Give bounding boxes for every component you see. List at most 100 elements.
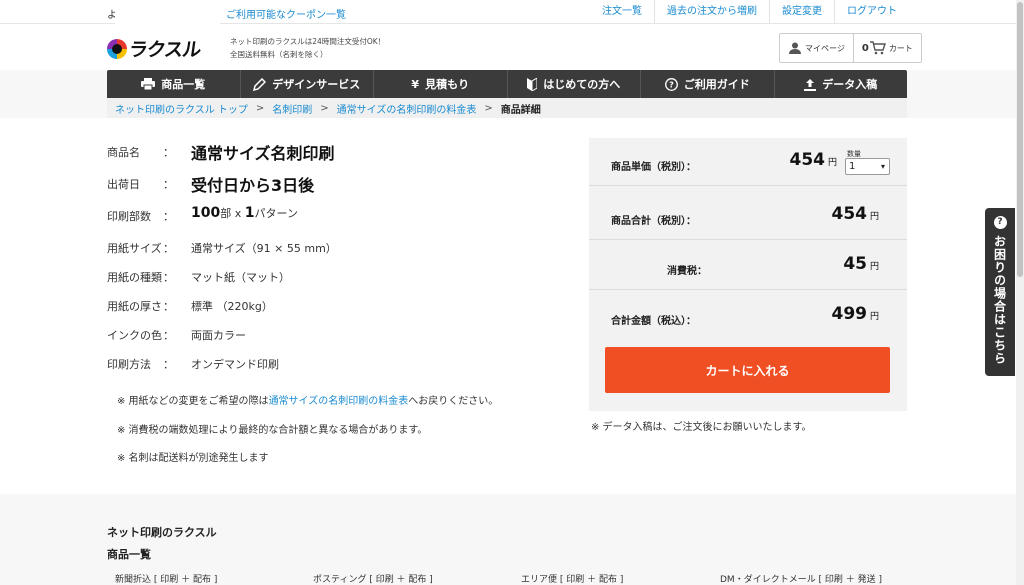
footer-link-posting[interactable]: ポスティング [ 印刷 ＋ 配布 ] <box>313 572 433 585</box>
scrollbar-thumb[interactable] <box>1017 2 1023 277</box>
breadcrumb-price-table[interactable]: 通常サイズの名刺印刷の料金表 <box>337 101 477 116</box>
footer-link-dm[interactable]: DM・ダイレクトメール [ 印刷 ＋ 発送 ] <box>720 572 882 585</box>
unit-price-label: 商品単価（税別）： <box>611 162 696 173</box>
note-shipping: ※ 名刺は配送料が別途発生します <box>117 453 269 464</box>
printer-icon <box>141 78 156 90</box>
pattern-number: 1 <box>244 205 255 221</box>
pen-icon <box>253 77 267 91</box>
cart-icon <box>869 41 886 55</box>
data-upload-note: ※ データ入稿は、ご注文後にお願いいたします。 <box>591 422 812 433</box>
note-text: ※ 用紙などの変更をご希望の際は <box>117 396 269 407</box>
note-tax-rounding: ※ 消費税の端数処理により最終的な合計額と異なる場合があります。 <box>117 425 428 436</box>
count-x: x <box>231 207 245 220</box>
nav-beginner-label: はじめての方へ <box>543 78 621 91</box>
user-icon <box>789 42 801 54</box>
note-text: へお戻りください。 <box>408 396 499 407</box>
upload-icon <box>804 78 817 91</box>
spec-colon: ： <box>163 242 174 255</box>
print-count: 100部 x 1パターン <box>191 205 298 221</box>
cart-button[interactable]: 0 カート <box>852 34 921 62</box>
logo[interactable]: ラクスル <box>107 35 202 62</box>
logo-text: ラクスル <box>127 39 202 61</box>
breadcrumb-top[interactable]: ネット印刷のラクスル トップ <box>115 101 248 116</box>
order-list-link[interactable]: 注文一覧 <box>590 0 654 24</box>
unit-price-row: 商品単価（税別）： 454 円 数量 1 ▾ <box>589 138 907 186</box>
nav-estimate[interactable]: ¥ 見積もり <box>373 70 507 98</box>
tax-row: 消費税： 45 円 <box>589 242 907 290</box>
cart-label: カート <box>888 43 913 53</box>
yen-unit: 円 <box>869 262 879 272</box>
total-amount: 499 <box>831 304 867 324</box>
question-icon: ? <box>664 77 678 91</box>
paper-thickness: 標準 （220kg） <box>191 300 273 313</box>
footer-title: ネット印刷のラクスル <box>107 526 217 539</box>
subtotal-row: 商品合計（税別）： 454 円 <box>589 192 907 240</box>
help-side-tab-label: お困りの場合はこちら <box>992 235 1007 365</box>
note-change-paper: ※ 用紙などの変更をご希望の際は通常サイズの名刺印刷の料金表へお戻りください。 <box>117 392 498 407</box>
paper-size: 通常サイズ（91 × 55 mm） <box>191 242 337 255</box>
paper-type: マット紙（マット） <box>191 271 290 284</box>
header-tagline: ネット印刷のラクスルは24時間注文受付OK！ 全国送料無料（名刺を除く） <box>230 35 385 61</box>
question-icon: ? <box>993 216 1007 229</box>
product-name: 通常サイズ名刺印刷 <box>191 144 335 163</box>
breadcrumb: ネット印刷のラクスル トップ > 名刺印刷 > 通常サイズの名刺印刷の料金表 >… <box>107 98 907 118</box>
mypage-button[interactable]: マイページ <box>780 34 853 62</box>
footer-link-newspaper[interactable]: 新聞折込 [ 印刷 ＋ 配布 ] <box>115 572 217 585</box>
scrollbar[interactable] <box>1016 0 1024 585</box>
product-detail-section: 商品名 ： 通常サイズ名刺印刷 出荷日 ： 受付日から3日後 印刷部数 ： 10… <box>0 118 1016 494</box>
ink-color: 両面カラー <box>191 329 246 342</box>
subtotal-label: 商品合計（税別）： <box>611 216 696 227</box>
logout-link[interactable]: ログアウト <box>834 0 909 24</box>
spec-label: 用紙の厚さ <box>107 300 162 313</box>
quantity-select[interactable]: 1 ▾ <box>845 158 890 175</box>
breadcrumb-separator: > <box>255 102 265 114</box>
breadcrumb-business-card[interactable]: 名刺印刷 <box>272 101 312 116</box>
spec-colon: ： <box>163 271 174 284</box>
yen-icon: ¥ <box>411 77 420 91</box>
footer-link-area[interactable]: エリア便 [ 印刷 ＋ 配布 ] <box>521 572 623 585</box>
spec-colon: ： <box>163 210 174 223</box>
nav-beginner[interactable]: はじめての方へ <box>506 70 641 98</box>
spec-colon: ： <box>163 358 174 371</box>
nav-products-label: 商品一覧 <box>161 78 206 91</box>
occluded-region <box>115 0 220 24</box>
spec-label: 商品名 <box>107 146 140 159</box>
total-row: 合計金額（税込）： 499 円 <box>589 292 907 340</box>
yen-unit: 円 <box>869 212 879 222</box>
reorder-link[interactable]: 過去の注文から増刷 <box>654 0 769 24</box>
spec-label: 印刷方法 <box>107 358 151 371</box>
unit-price-value: 454 円 <box>789 150 837 170</box>
spec-colon: ： <box>163 329 174 342</box>
tax-amount: 45 <box>843 254 867 274</box>
add-to-cart-button[interactable]: カートに入れる <box>605 347 890 393</box>
spec-colon: ： <box>163 146 174 159</box>
nav-estimate-label: 見積もり <box>425 78 470 91</box>
header-buttons: マイページ 0 カート <box>779 33 922 63</box>
price-table-link[interactable]: 通常サイズの名刺印刷の料金表 <box>269 396 409 407</box>
settings-link[interactable]: 設定変更 <box>769 0 834 24</box>
help-side-tab[interactable]: ? お困りの場合はこちら <box>985 208 1015 376</box>
top-links: 注文一覧 過去の注文から増刷 設定変更 ログアウト <box>590 0 909 24</box>
nav-design-service[interactable]: デザインサービス <box>239 70 374 98</box>
tax-value: 45 円 <box>843 254 879 274</box>
pattern-unit: パターン <box>254 207 298 220</box>
subtotal-value: 454 円 <box>831 204 879 224</box>
print-method: オンデマンド印刷 <box>191 358 279 371</box>
spec-label: 印刷部数 <box>107 210 151 223</box>
tax-label: 消費税： <box>667 266 707 277</box>
chevron-down-icon: ▾ <box>880 162 885 171</box>
site-header: ラクスル ネット印刷のラクスルは24時間注文受付OK！ 全国送料無料（名刺を除く… <box>0 24 1016 70</box>
nav-products[interactable]: 商品一覧 <box>107 70 240 98</box>
quantity-value: 1 <box>849 161 856 172</box>
yen-unit: 円 <box>869 312 879 322</box>
nav-data-upload[interactable]: データ入稿 <box>773 70 908 98</box>
count-unit: 部 <box>220 207 232 220</box>
total-value: 499 円 <box>831 304 879 324</box>
nav-guide-label: ご利用ガイド <box>683 78 750 91</box>
nav-guide[interactable]: ? ご利用ガイド <box>640 70 774 98</box>
spec-label: インクの色 <box>107 329 162 342</box>
unit-price-amount: 454 <box>789 150 825 170</box>
global-nav: 商品一覧 デザインサービス ¥ 見積もり はじめての方へ ? ご利用ガイド デー… <box>107 70 907 98</box>
svg-text:?: ? <box>669 80 674 89</box>
coupon-list-link[interactable]: ご利用可能なクーポン一覧 <box>226 6 346 21</box>
